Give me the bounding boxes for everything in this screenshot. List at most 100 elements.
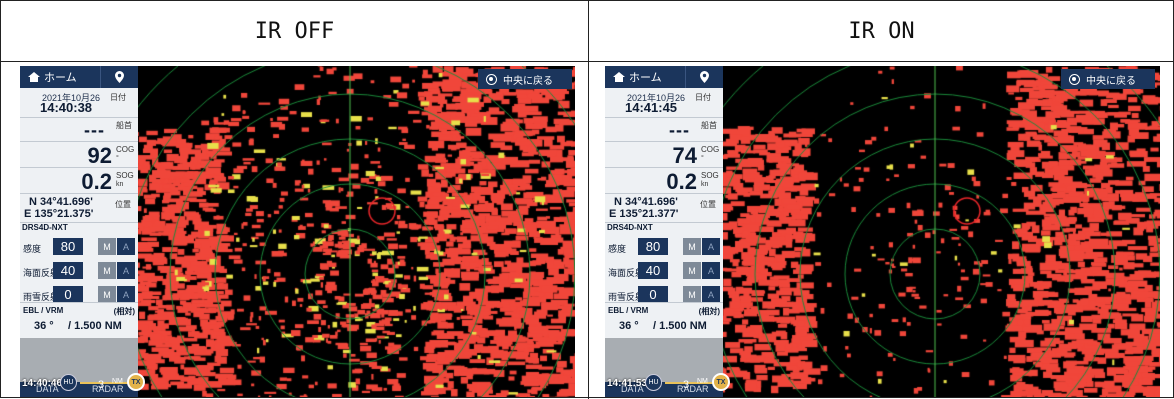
gain-label: 感度 bbox=[23, 244, 42, 254]
home-label: ホーム bbox=[629, 72, 662, 84]
sea-clutter-manual-button[interactable]: M bbox=[98, 262, 116, 279]
heading-label: 船首 bbox=[701, 121, 717, 130]
home-label: ホーム bbox=[44, 72, 77, 84]
gain-auto-button[interactable]: A bbox=[117, 238, 135, 255]
gain-label: 感度 bbox=[608, 244, 627, 254]
panel-translucent-area bbox=[605, 338, 723, 382]
radar-model: DRS4D-NXT bbox=[607, 223, 653, 232]
gain-manual-button[interactable]: M bbox=[98, 238, 116, 255]
target-icon bbox=[486, 73, 497, 85]
head-up-button[interactable]: HU bbox=[60, 374, 77, 391]
heading-row: --- 船首 bbox=[20, 118, 138, 142]
vrm-range: / 1.500 NM bbox=[68, 320, 122, 332]
longitude-value: E 135°21.375' bbox=[24, 208, 94, 220]
heading-row: --- 船首 bbox=[605, 118, 723, 142]
location-button[interactable] bbox=[100, 66, 138, 88]
column-divider bbox=[588, 1, 589, 399]
cog-row: 92 COG ° bbox=[20, 142, 138, 168]
ebl-mode: (相対) bbox=[698, 307, 720, 316]
gain-value[interactable]: 80 bbox=[638, 238, 668, 255]
date-time-row: 2021年10月26 日付 14:40:38 bbox=[20, 88, 138, 118]
return-center-button[interactable]: 中央に戻る bbox=[1061, 69, 1155, 89]
screenshot-timestamp: 14:41:53 bbox=[607, 378, 648, 389]
return-center-button[interactable]: 中央に戻る bbox=[478, 69, 572, 89]
cog-label: COG bbox=[116, 145, 135, 154]
sea-clutter-value[interactable]: 40 bbox=[638, 262, 668, 279]
radar-model: DRS4D-NXT bbox=[22, 223, 68, 232]
home-button[interactable]: ホーム bbox=[20, 66, 100, 88]
gain-value[interactable]: 80 bbox=[53, 238, 83, 255]
sea-clutter-auto-button[interactable]: A bbox=[117, 262, 135, 279]
rain-clutter-manual-button[interactable]: M bbox=[98, 286, 116, 303]
rain-clutter-auto-button[interactable]: A bbox=[117, 286, 135, 303]
tab-radar[interactable]: RADAR bbox=[677, 384, 709, 394]
position-row: N 34°41.696' E 135°21.377' 位置 bbox=[605, 194, 723, 223]
head-up-button[interactable]: HU bbox=[645, 374, 662, 391]
sea-clutter-value[interactable]: 40 bbox=[53, 262, 83, 279]
rain-clutter-auto-button[interactable]: A bbox=[702, 286, 720, 303]
tab-radar[interactable]: RADAR bbox=[92, 384, 124, 394]
location-pin-icon bbox=[115, 71, 124, 83]
location-button[interactable] bbox=[685, 66, 723, 88]
ebl-vrm-readout[interactable]: EBL / VRM (相対) 36 ° / 1.500 NM bbox=[605, 302, 723, 338]
screenshot-timestamp: 14:40:46 bbox=[22, 378, 63, 389]
rain-clutter-value[interactable]: 0 bbox=[53, 286, 83, 303]
home-icon bbox=[613, 72, 625, 82]
ebl-vrm-title: EBL / VRM bbox=[23, 306, 64, 315]
gain-auto-button[interactable]: A bbox=[702, 238, 720, 255]
radar-screen-ir-on: 中央に戻る ホーム 2021年10月26 日付 14:41:45 --- 船首 … bbox=[605, 66, 1160, 397]
home-button[interactable]: ホーム bbox=[605, 66, 685, 88]
column-header-ir-on: IR ON bbox=[589, 1, 1174, 62]
date-label: 日付 bbox=[695, 93, 711, 102]
rain-clutter-manual-button[interactable]: M bbox=[683, 286, 701, 303]
transmit-button[interactable]: TX bbox=[127, 373, 145, 391]
return-center-label: 中央に戻る bbox=[1086, 75, 1136, 87]
info-panel: ホーム 2021年10月26 日付 14:40:38 --- 船首 92 COG… bbox=[20, 66, 138, 397]
gain-control: 感度 80 M A bbox=[605, 234, 723, 260]
sog-row: 0.2 SOG kn bbox=[20, 168, 138, 194]
position-label: 位置 bbox=[700, 200, 716, 209]
home-bar: ホーム bbox=[605, 66, 723, 88]
sea-clutter-control: 海面反射 40 M A bbox=[605, 258, 723, 284]
cog-unit: ° bbox=[701, 155, 704, 162]
vrm-range: / 1.500 NM bbox=[653, 320, 707, 332]
range-unit: NM bbox=[697, 378, 708, 385]
gain-control: 感度 80 M A bbox=[20, 234, 138, 260]
ebl-vrm-readout[interactable]: EBL / VRM (相対) 36 ° / 1.500 NM bbox=[20, 302, 138, 338]
position-row: N 34°41.696' E 135°21.375' 位置 bbox=[20, 194, 138, 223]
rain-clutter-value[interactable]: 0 bbox=[638, 286, 668, 303]
ebl-bearing: 36 ° bbox=[619, 320, 639, 332]
ebl-mode: (相対) bbox=[113, 307, 135, 316]
range-unit: NM bbox=[112, 378, 123, 385]
sog-value: 0.2 bbox=[81, 169, 112, 194]
cog-value: 74 bbox=[672, 143, 697, 168]
time-value: 14:40:38 bbox=[40, 100, 93, 115]
sea-clutter-control: 海面反射 40 M A bbox=[20, 258, 138, 284]
sog-row: 0.2 SOG kn bbox=[605, 168, 723, 194]
range-value[interactable]: 3 bbox=[98, 379, 104, 391]
latitude-value: N 34°41.696' bbox=[614, 196, 678, 208]
ebl-bearing: 36 ° bbox=[34, 320, 54, 332]
transmit-button[interactable]: TX bbox=[712, 373, 730, 391]
latitude-value: N 34°41.696' bbox=[29, 196, 93, 208]
cog-row: 74 COG ° bbox=[605, 142, 723, 168]
time-value: 14:41:45 bbox=[625, 100, 678, 115]
radar-screen-ir-off: 中央に戻る ホーム 2021年10月26 日付 14:40:38 --- 船首 … bbox=[20, 66, 575, 397]
sog-label: SOG bbox=[701, 171, 719, 180]
range-value[interactable]: 3 bbox=[683, 379, 689, 391]
return-center-label: 中央に戻る bbox=[503, 75, 553, 87]
location-pin-icon bbox=[700, 71, 709, 83]
target-icon bbox=[1069, 73, 1080, 85]
heading-value: --- bbox=[669, 120, 690, 140]
sea-clutter-manual-button[interactable]: M bbox=[683, 262, 701, 279]
date-label: 日付 bbox=[110, 93, 126, 102]
sea-clutter-auto-button[interactable]: A bbox=[702, 262, 720, 279]
panel-translucent-area bbox=[20, 338, 138, 382]
home-bar: ホーム bbox=[20, 66, 138, 88]
sog-value: 0.2 bbox=[666, 169, 697, 194]
sog-unit: kn bbox=[116, 181, 124, 188]
gain-manual-button[interactable]: M bbox=[683, 238, 701, 255]
date-time-row: 2021年10月26 日付 14:41:45 bbox=[605, 88, 723, 118]
sog-label: SOG bbox=[116, 171, 134, 180]
column-header-ir-off: IR OFF bbox=[1, 1, 588, 62]
